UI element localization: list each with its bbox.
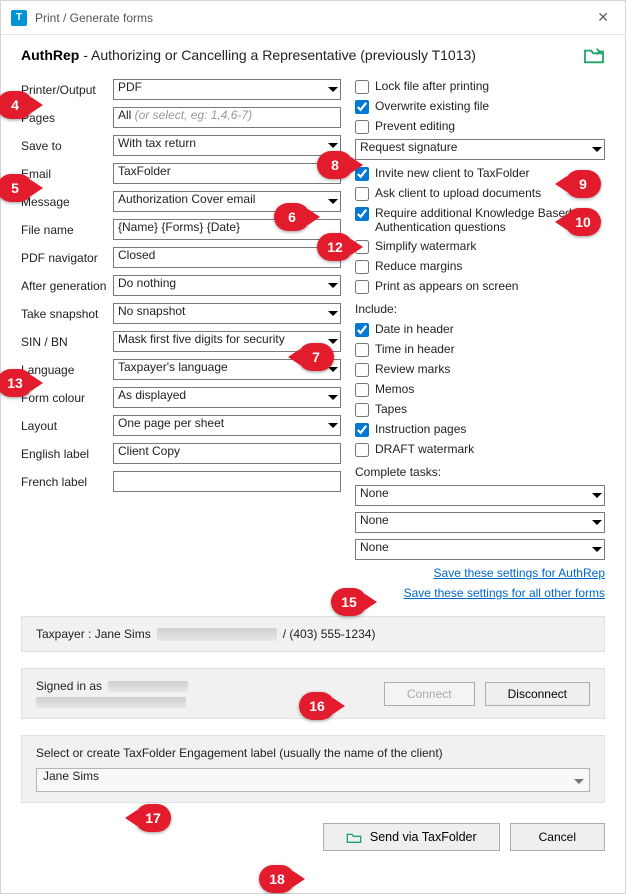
- save-other-link[interactable]: Save these settings for all other forms: [404, 586, 605, 600]
- french-label-input[interactable]: [113, 471, 341, 492]
- complete-tasks-heading: Complete tasks:: [355, 465, 605, 479]
- printer-output-select[interactable]: PDF: [113, 79, 341, 100]
- callout-5: 5: [0, 174, 33, 202]
- save-authrep-link[interactable]: Save these settings for AuthRep: [434, 566, 605, 580]
- date-header-checkbox[interactable]: [355, 323, 369, 337]
- app-icon: T: [11, 10, 27, 26]
- prevent-editing-label: Prevent editing: [375, 119, 605, 133]
- callout-10: 10: [565, 208, 601, 236]
- form-colour-select[interactable]: As displayed: [113, 387, 341, 408]
- include-heading: Include:: [355, 302, 605, 316]
- complete-task-1-select[interactable]: None: [355, 485, 605, 506]
- taxpayer-panel: Taxpayer : Jane Sims / (403) 555-1234): [21, 616, 605, 652]
- callout-9: 9: [565, 170, 601, 198]
- lock-file-checkbox[interactable]: [355, 80, 369, 94]
- signed-in-user: [108, 681, 188, 692]
- callout-17: 17: [135, 804, 171, 832]
- taxpayer-phone: / (403) 555-1234): [283, 627, 376, 641]
- pages-input[interactable]: All (or select, eg: 1,4,6-7): [113, 107, 341, 128]
- callout-6: 6: [274, 203, 310, 231]
- signed-in-label: Signed in as: [36, 679, 102, 693]
- redacted-info: [157, 628, 277, 641]
- signed-in-detail: [36, 697, 186, 708]
- prevent-editing-checkbox[interactable]: [355, 120, 369, 134]
- request-signature-select[interactable]: Request signature: [355, 139, 605, 160]
- email-label: Email: [21, 167, 113, 181]
- instruction-pages-label: Instruction pages: [375, 422, 605, 436]
- taxpayer-name: Taxpayer : Jane Sims: [36, 627, 151, 641]
- simplify-watermark-label: Simplify watermark: [375, 239, 605, 253]
- titlebar: T Print / Generate forms ✕: [1, 1, 625, 35]
- open-folder-icon[interactable]: [583, 47, 605, 65]
- time-header-checkbox[interactable]: [355, 343, 369, 357]
- engagement-panel: Select or create TaxFolder Engagement la…: [21, 735, 605, 803]
- save-to-label: Save to: [21, 139, 113, 153]
- tapes-label: Tapes: [375, 402, 605, 416]
- snapshot-label: Take snapshot: [21, 307, 113, 321]
- close-icon[interactable]: ✕: [591, 7, 615, 28]
- english-label-input[interactable]: Client Copy: [113, 443, 341, 464]
- page-heading: AuthRep - Authorizing or Cancelling a Re…: [21, 47, 476, 63]
- callout-8: 8: [317, 151, 353, 179]
- layout-select[interactable]: One page per sheet: [113, 415, 341, 436]
- folder-icon: [346, 831, 362, 844]
- pdf-navigator-select[interactable]: Closed: [113, 247, 341, 268]
- after-gen-label: After generation: [21, 279, 113, 293]
- reduce-margins-checkbox[interactable]: [355, 260, 369, 274]
- snapshot-select[interactable]: No snapshot: [113, 303, 341, 324]
- heading-name: AuthRep: [21, 47, 79, 63]
- complete-task-2-select[interactable]: None: [355, 512, 605, 533]
- callout-7: 7: [298, 343, 334, 371]
- message-label: Message: [21, 195, 113, 209]
- file-name-label: File name: [21, 223, 113, 237]
- draft-watermark-checkbox[interactable]: [355, 443, 369, 457]
- review-marks-label: Review marks: [375, 362, 605, 376]
- memos-checkbox[interactable]: [355, 383, 369, 397]
- date-header-label: Date in header: [375, 322, 605, 336]
- engagement-select[interactable]: Jane Sims: [36, 768, 590, 792]
- memos-label: Memos: [375, 382, 605, 396]
- time-header-label: Time in header: [375, 342, 605, 356]
- lock-file-label: Lock file after printing: [375, 79, 605, 93]
- review-marks-checkbox[interactable]: [355, 363, 369, 377]
- chevron-down-icon: [569, 769, 589, 793]
- callout-12: 12: [317, 233, 353, 261]
- overwrite-label: Overwrite existing file: [375, 99, 605, 113]
- reduce-margins-label: Reduce margins: [375, 259, 605, 273]
- print-dialog: T Print / Generate forms ✕ AuthRep - Aut…: [0, 0, 626, 894]
- email-select[interactable]: TaxFolder: [113, 163, 341, 184]
- require-kba-checkbox[interactable]: [355, 207, 369, 221]
- callout-13: 13: [0, 369, 33, 397]
- connect-button[interactable]: Connect: [384, 682, 475, 706]
- draft-watermark-label: DRAFT watermark: [375, 442, 605, 456]
- send-via-taxfolder-button[interactable]: Send via TaxFolder: [323, 823, 500, 851]
- form-colour-label: Form colour: [21, 391, 113, 405]
- after-gen-select[interactable]: Do nothing: [113, 275, 341, 296]
- callout-16: 16: [299, 692, 335, 720]
- english-label-lbl: English label: [21, 447, 113, 461]
- print-as-appears-checkbox[interactable]: [355, 280, 369, 294]
- sin-bn-label: SIN / BN: [21, 335, 113, 349]
- print-as-appears-label: Print as appears on screen: [375, 279, 605, 293]
- disconnect-button[interactable]: Disconnect: [485, 682, 590, 706]
- printer-output-label: Printer/Output: [21, 83, 113, 97]
- ask-upload-checkbox[interactable]: [355, 187, 369, 201]
- layout-label: Layout: [21, 419, 113, 433]
- cancel-button[interactable]: Cancel: [510, 823, 605, 851]
- callout-4: 4: [0, 91, 33, 119]
- dialog-title: Print / Generate forms: [35, 11, 153, 25]
- instruction-pages-checkbox[interactable]: [355, 423, 369, 437]
- heading-desc: - Authorizing or Cancelling a Representa…: [79, 47, 476, 63]
- overwrite-checkbox[interactable]: [355, 100, 369, 114]
- french-label-lbl: French label: [21, 475, 113, 489]
- pdf-navigator-label: PDF navigator: [21, 251, 113, 265]
- save-to-select[interactable]: With tax return: [113, 135, 341, 156]
- engagement-label: Select or create TaxFolder Engagement la…: [36, 746, 590, 760]
- tapes-checkbox[interactable]: [355, 403, 369, 417]
- complete-task-3-select[interactable]: None: [355, 539, 605, 560]
- callout-15: 15: [331, 588, 367, 616]
- callout-18: 18: [259, 865, 295, 893]
